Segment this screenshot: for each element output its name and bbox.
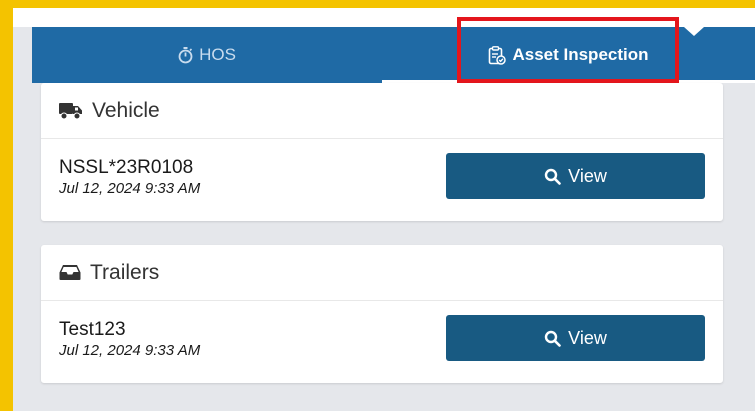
tab-hos[interactable]: HOS: [32, 27, 382, 83]
vehicle-id: NSSL*23R0108: [59, 157, 194, 178]
tab-notch: [684, 27, 704, 36]
frame-border-top: [0, 0, 755, 8]
stopwatch-icon: [178, 46, 193, 64]
trailer-view-label: View: [568, 327, 607, 348]
trailer-id: Test123: [59, 319, 126, 340]
trailer-view-button[interactable]: View: [446, 315, 705, 361]
vehicle-card-header: Vehicle: [41, 83, 723, 139]
truck-icon: [59, 102, 83, 120]
vehicle-inspection-date: Jul 12, 2024 9:33 AM: [59, 180, 201, 197]
search-icon: [544, 330, 561, 347]
trailers-card-title: Trailers: [90, 260, 160, 284]
trailers-card-header: Trailers: [41, 245, 723, 301]
vehicle-view-label: View: [568, 165, 607, 186]
vehicle-view-button[interactable]: View: [446, 153, 705, 199]
inbox-icon: [59, 264, 81, 281]
vehicle-card-title: Vehicle: [92, 98, 160, 122]
frame-border-left: [0, 0, 13, 411]
trailer-inspection-date: Jul 12, 2024 9:33 AM: [59, 342, 201, 359]
trailers-card: Trailers Test123 Jul 12, 2024 9:33 AM Vi…: [41, 245, 723, 383]
tab-hos-label: HOS: [199, 45, 236, 64]
annotation-highlight-box: [457, 17, 679, 83]
trailers-card-body: Test123 Jul 12, 2024 9:33 AM View: [41, 301, 723, 383]
vehicle-card: Vehicle NSSL*23R0108 Jul 12, 2024 9:33 A…: [41, 83, 723, 221]
app-screen: HOS Asset Inspection Vehicle NSSL*23R010…: [13, 8, 755, 411]
search-icon: [544, 168, 561, 185]
vehicle-card-body: NSSL*23R0108 Jul 12, 2024 9:33 AM View: [41, 139, 723, 221]
